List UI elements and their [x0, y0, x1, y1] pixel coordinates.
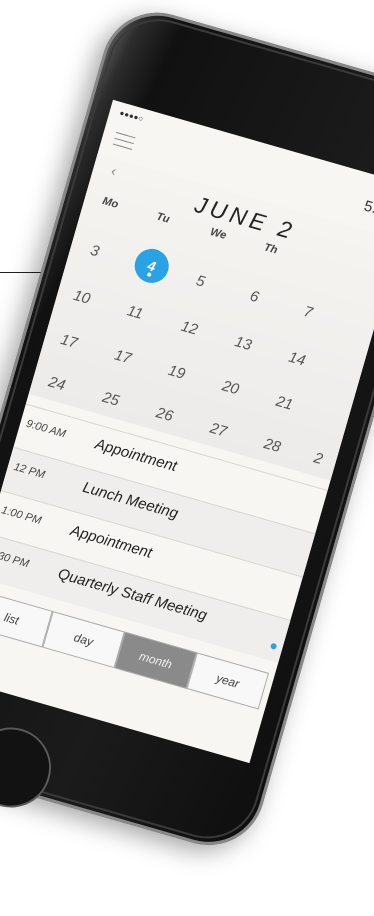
calendar-day[interactable]: 27: [208, 420, 229, 441]
calendar-day[interactable]: 2: [312, 449, 325, 468]
calendar-day[interactable]: 21: [274, 393, 295, 414]
hamburger-menu-icon[interactable]: [112, 131, 136, 151]
event-time: 9:00 AM: [24, 417, 68, 441]
tab-day[interactable]: day: [42, 610, 125, 669]
calendar-day[interactable]: 5: [194, 272, 207, 291]
calendar-day[interactable]: 10: [71, 287, 92, 308]
calendar-day[interactable]: 25: [100, 389, 121, 410]
tab-month[interactable]: month: [114, 631, 197, 689]
chevron-left-icon[interactable]: ‹: [109, 162, 118, 179]
calendar-day-selected[interactable]: 4: [130, 244, 173, 287]
calendar-day[interactable]: 19: [166, 362, 187, 383]
calendar-day[interactable]: 6: [248, 288, 261, 307]
event-time: 12 PM: [12, 460, 47, 482]
calendar-day[interactable]: 13: [233, 333, 254, 354]
calendar-day[interactable]: 7: [302, 303, 315, 322]
calendar-day[interactable]: 28: [262, 435, 283, 456]
tab-year[interactable]: year: [186, 652, 270, 710]
calendar-day[interactable]: 3: [88, 242, 101, 261]
app-screen: ●●●●○ 5:30 ‹ JUNE 2 Mo Tu We Th 3 4 5 6 …: [0, 99, 374, 764]
status-time: 5:30: [362, 197, 374, 222]
event-title: Appointment: [93, 435, 179, 476]
event-time: 5:30 PM: [0, 547, 31, 571]
calendar-day[interactable]: 24: [47, 373, 68, 394]
phone-mockup: ●●●●○ 5:30 ‹ JUNE 2 Mo Tu We Th 3 4 5 6 …: [0, 0, 374, 897]
weekday-label: We: [208, 225, 228, 243]
event-time: 1:00 PM: [0, 504, 43, 528]
calendar-day[interactable]: 17: [112, 346, 133, 367]
weekday-label: Mo: [101, 195, 120, 212]
calendar-day[interactable]: 17: [59, 331, 80, 352]
calendar-day[interactable]: 20: [220, 377, 241, 398]
calendar-day[interactable]: 11: [125, 302, 145, 323]
weekday-label: Th: [262, 241, 279, 257]
calendar-day[interactable]: 12: [179, 318, 200, 339]
signal-icon: ●●●●○: [118, 108, 145, 124]
calendar-day[interactable]: 26: [154, 404, 175, 425]
weekday-label: Tu: [154, 210, 171, 226]
calendar-day[interactable]: 14: [287, 349, 308, 370]
